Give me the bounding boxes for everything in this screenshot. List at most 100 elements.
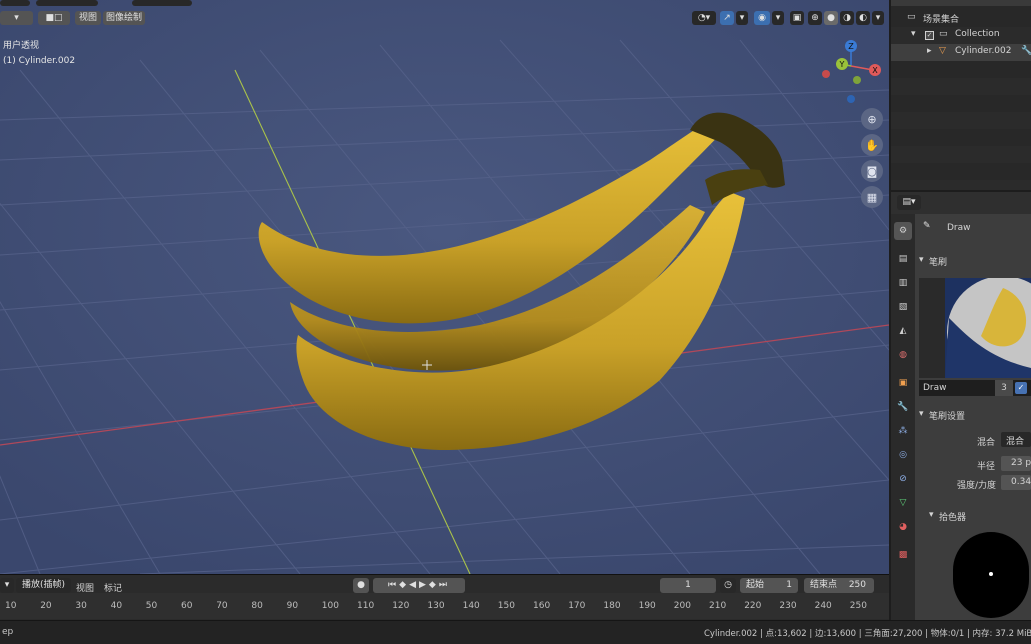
mode-dropdown[interactable]: [36, 0, 98, 6]
expand-chevron-icon[interactable]: ▾: [911, 29, 916, 39]
end-frame-field[interactable]: 结束点 250: [804, 578, 874, 593]
ruler-tick-label: 90: [286, 601, 299, 611]
image-paint-menu[interactable]: 图像绘制: [103, 11, 145, 25]
color-wheel[interactable]: [953, 532, 1029, 618]
view-layer-toggle[interactable]: ■□: [38, 11, 70, 25]
tool-tab-icon[interactable]: ⚙: [894, 222, 912, 240]
ruler-tick-label: 210: [709, 601, 727, 611]
color-picker-chevron-icon[interactable]: ▾: [929, 510, 934, 520]
perspective-grid-icon[interactable]: ▦: [861, 186, 883, 208]
prev-keyframe-icon[interactable]: ◆: [399, 580, 409, 590]
ruler-tick-label: 240: [814, 601, 832, 611]
ruler-tick-label: 80: [251, 601, 263, 611]
color-picker-cursor[interactable]: [989, 572, 993, 576]
play-reverse-icon[interactable]: ◀: [409, 580, 419, 590]
ruler-tick-label: 230: [779, 601, 797, 611]
current-frame-field[interactable]: 1: [660, 578, 716, 593]
scene-statistics: Cylinder.002 | 点:13,602 | 边:13,600 | 三角面…: [704, 629, 1031, 639]
interaction-mode-dropdown[interactable]: ▾: [0, 11, 33, 25]
outliner-row-scene-collection[interactable]: ▭ 场景集合: [891, 10, 1031, 27]
color-picker-title[interactable]: 拾色器: [939, 510, 966, 523]
overlay-toggle-icon[interactable]: ◉: [754, 11, 770, 25]
neg-y-axis-icon[interactable]: [853, 76, 861, 84]
3d-viewport[interactable]: ▾ ■□ 视图 图像绘制 ◔▾ ↗ ▾ ◉ ▾ ▣ ⊕ ● ◑ ◐ ▾ 用户透视…: [0, 0, 889, 574]
radius-field[interactable]: 23 p: [1001, 456, 1031, 471]
gizmo-dropdown-icon[interactable]: ▾: [736, 11, 748, 25]
particles-tab-icon[interactable]: ⁂: [894, 422, 912, 440]
brush-preview[interactable]: [919, 276, 1031, 388]
rendered-shading-icon[interactable]: ◐: [856, 11, 870, 25]
texture-tab-icon[interactable]: ▩: [894, 546, 912, 564]
properties-header: ▤▾: [891, 192, 1031, 214]
brush-settings-title[interactable]: 笔刷设置: [929, 409, 965, 422]
editor-type-dropdown[interactable]: ▾: [0, 578, 14, 593]
modifier-tab-icon[interactable]: 🔧: [894, 398, 912, 416]
brush-thumbnail: [945, 276, 1031, 388]
neg-z-axis-icon[interactable]: [847, 95, 855, 103]
object-visibility-icon[interactable]: ◔▾: [692, 11, 716, 25]
zoom-icon[interactable]: ⊕: [861, 108, 883, 130]
navigation-gizmo[interactable]: Z Y X: [818, 36, 884, 106]
play-icon[interactable]: ▶: [419, 580, 429, 590]
ruler-tick-label: 60: [181, 601, 193, 611]
shading-dropdown-icon[interactable]: ▾: [872, 11, 884, 25]
frame-ruler[interactable]: 10 20 30 40 50 60 70 80 90 100 110 120 130 140 150 160 1…: [0, 593, 889, 619]
gizmo-z-label: Z: [848, 42, 854, 51]
world-tab-icon[interactable]: ◍: [894, 346, 912, 364]
start-frame-field[interactable]: 起始 1: [740, 578, 798, 593]
start-label: 起始: [746, 580, 765, 590]
strength-label: 强度/力度: [957, 481, 997, 491]
next-keyframe-icon[interactable]: ◆: [429, 580, 439, 590]
brush-panel-chevron-icon[interactable]: ▾: [919, 255, 924, 265]
playback-menu[interactable]: 播放(插帧): [16, 578, 71, 593]
brush-name-field[interactable]: Draw 3 ✓: [919, 380, 1031, 396]
strength-field[interactable]: 0.34: [1001, 475, 1031, 490]
viewport-grid: [0, 0, 889, 574]
object-label: Cylinder.002: [955, 46, 1012, 56]
view-menu[interactable]: 视图: [75, 11, 101, 25]
data-tab-icon[interactable]: ▽: [894, 494, 912, 512]
ruler-tick-label: 30: [75, 601, 87, 611]
mode-selector[interactable]: [0, 0, 30, 6]
ruler-tick-label: 190: [638, 601, 656, 611]
brush-field-name: Draw: [923, 383, 947, 393]
pan-hand-icon[interactable]: ✋: [861, 134, 883, 156]
blend-dropdown[interactable]: 混合: [1001, 432, 1031, 447]
solid-shading-icon[interactable]: ●: [824, 11, 838, 25]
constraints-tab-icon[interactable]: ⊘: [894, 470, 912, 488]
expand-chevron-icon[interactable]: ▸: [927, 46, 932, 56]
record-button[interactable]: ●: [353, 578, 369, 593]
brush-users-count[interactable]: 3: [995, 380, 1013, 396]
object-tab-icon[interactable]: ▣: [894, 374, 912, 392]
neg-x-axis-icon[interactable]: [822, 70, 830, 78]
render-tab-icon[interactable]: ▤: [894, 250, 912, 268]
object-label: (1) Cylinder.002: [3, 56, 76, 66]
camera-icon[interactable]: ◙: [861, 160, 883, 182]
fake-user-shield-icon[interactable]: ✓: [1015, 382, 1027, 394]
ruler-tick-label: 200: [673, 601, 691, 611]
ruler-tick-label: 120: [392, 601, 410, 611]
stopwatch-icon[interactable]: ◷: [720, 578, 736, 593]
jump-end-icon[interactable]: ⏭: [439, 580, 450, 590]
checkbox-icon[interactable]: ✓: [925, 31, 934, 40]
material-shading-icon[interactable]: ◑: [840, 11, 854, 25]
view-layer-tab-icon[interactable]: ▧: [894, 298, 912, 316]
outliner-row-object[interactable]: ▸ ▽ Cylinder.002 🔧: [891, 44, 1031, 61]
xray-toggle-icon[interactable]: ▣: [790, 11, 804, 25]
tool-settings-field[interactable]: [132, 0, 192, 6]
brush-panel-title[interactable]: 笔刷: [929, 255, 947, 268]
overlay-dropdown-icon[interactable]: ▾: [772, 11, 784, 25]
brush-settings-chevron-icon[interactable]: ▾: [919, 409, 924, 419]
material-tab-icon[interactable]: ◕: [894, 518, 912, 536]
physics-tab-icon[interactable]: ◎: [894, 446, 912, 464]
scene-tab-icon[interactable]: ◭: [894, 322, 912, 340]
playback-controls[interactable]: ⏮◆◀▶◆⏭: [373, 578, 465, 593]
editor-type-icon[interactable]: ▤▾: [897, 195, 921, 210]
output-tab-icon[interactable]: ▥: [894, 274, 912, 292]
collection-icon: ▭: [907, 12, 916, 22]
ruler-tick-label: 100: [321, 601, 339, 611]
wireframe-shading-icon[interactable]: ⊕: [808, 11, 822, 25]
gizmo-toggle-icon[interactable]: ↗: [720, 11, 734, 25]
jump-start-icon[interactable]: ⏮: [388, 580, 399, 590]
outliner-row-collection[interactable]: ▾ ✓ ▭ Collection: [891, 27, 1031, 44]
